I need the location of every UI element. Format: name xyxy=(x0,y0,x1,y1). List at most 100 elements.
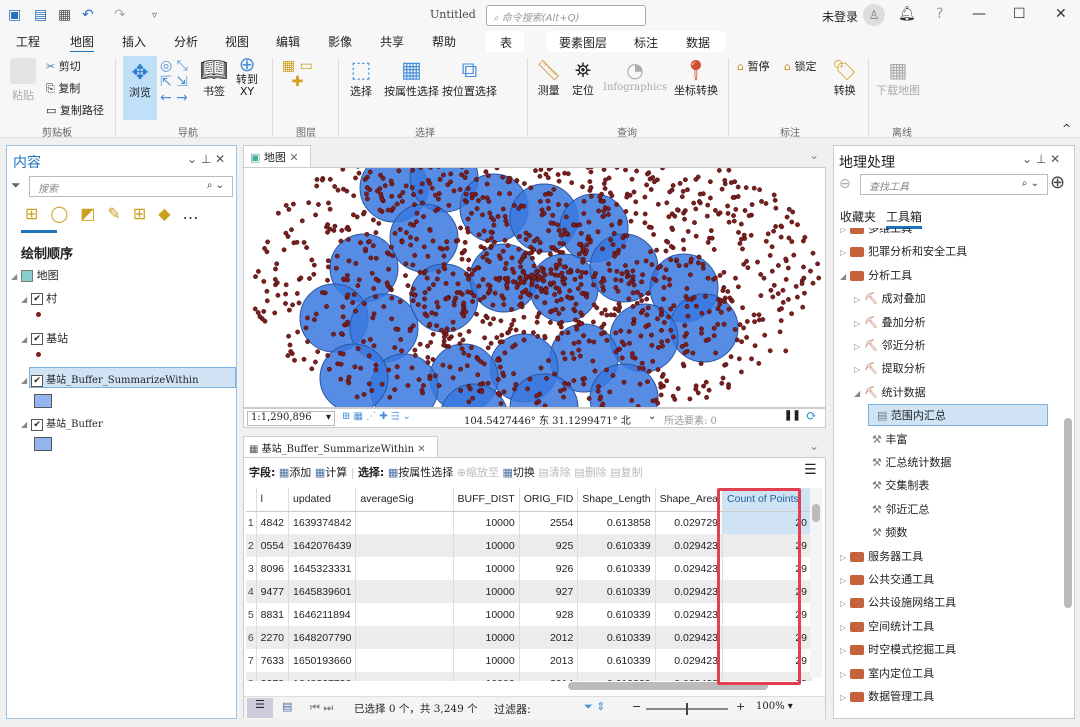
layer-buffer[interactable]: ◢ ✔ 基站_Buffer xyxy=(21,415,103,431)
expand-icon[interactable]: ▷ xyxy=(840,693,846,702)
goto-xy-button[interactable]: ⊕ 转到 XY xyxy=(236,54,258,98)
scale-dropdown[interactable]: 1:1,290,896 ▾ xyxy=(247,411,335,426)
expand-icon[interactable]: ▷ xyxy=(854,365,860,374)
table-cell[interactable]: 926 xyxy=(519,557,579,580)
collapse-ribbon-icon[interactable]: ^ xyxy=(1062,122,1071,135)
table-cell[interactable]: 2270 xyxy=(256,672,290,681)
tool-item[interactable]: ◢ 分析工具 xyxy=(840,267,912,283)
download-map-button[interactable]: ▦ 下载地图 xyxy=(876,58,920,98)
vertical-scrollbar[interactable] xyxy=(1062,228,1074,718)
collapse-icon[interactable]: ◢ xyxy=(840,272,846,281)
find-tools-input[interactable]: 查找工具 ⌕ ⌄ xyxy=(860,174,1048,195)
locate-button[interactable]: ⛯ 定位 xyxy=(572,58,594,98)
table-cell[interactable] xyxy=(355,649,454,672)
table-cell[interactable]: 10000 xyxy=(453,580,520,603)
convert-labels-button[interactable]: 🏷︎ 转换 xyxy=(832,58,857,98)
tool-item[interactable]: ▷ ⛏ 成对叠加 xyxy=(854,290,926,306)
table-cell[interactable]: 0.610339 xyxy=(577,557,656,580)
table-cell[interactable]: 10000 xyxy=(453,649,520,672)
tab-labeling[interactable]: 标注 xyxy=(634,34,658,51)
table-cell[interactable]: 1639374842 xyxy=(288,511,357,534)
convert-coordinates-button[interactable]: 📍︎ 坐标转换 xyxy=(674,58,718,98)
column-header[interactable]: BUFF_DIST xyxy=(453,488,520,512)
table-cell[interactable]: 0.029423 xyxy=(655,580,724,603)
table-cell[interactable] xyxy=(355,580,454,603)
table-cell[interactable]: 2554 xyxy=(519,511,579,534)
tool-item[interactable]: ▤ 范围内汇总 xyxy=(868,404,1048,427)
table-cell[interactable]: 2013 xyxy=(519,649,579,672)
tool-item[interactable]: ▷ 室内定位工具 xyxy=(840,665,934,681)
avatar[interactable]: ♙ xyxy=(863,4,885,26)
table-cell[interactable] xyxy=(355,511,454,534)
tool-item[interactable]: ▷ 公共设施网络工具 xyxy=(840,594,956,610)
table-cell[interactable]: 8831 xyxy=(256,603,290,626)
table-cell[interactable]: 10000 xyxy=(453,557,520,580)
clear-selection-button[interactable]: ▤清除 xyxy=(538,466,570,479)
expand-icon[interactable]: ▷ xyxy=(854,295,860,304)
expand-icon[interactable]: ▷ xyxy=(854,342,860,351)
zoom-to-button[interactable]: ⊕缩放至 xyxy=(457,466,499,479)
tab-map[interactable]: 地图 xyxy=(70,33,95,54)
table-cell[interactable]: 927 xyxy=(519,580,579,603)
row-number[interactable]: 3 xyxy=(246,557,257,580)
table-menu-icon[interactable]: ☰ xyxy=(804,462,817,478)
table-cell[interactable]: 10000 xyxy=(453,672,520,681)
table-cell[interactable]: 2012 xyxy=(519,626,579,649)
tool-item[interactable]: ▷ 数据管理工具 xyxy=(840,688,934,704)
column-header[interactable]: updated xyxy=(288,488,357,512)
table-cell[interactable]: 0.029423 xyxy=(655,534,724,557)
table-cell[interactable]: 0.029423 xyxy=(655,626,724,649)
table-cell[interactable]: 0554 xyxy=(256,534,290,557)
row-number[interactable]: 4 xyxy=(246,580,257,603)
tool-item[interactable]: ⚒ 邻近汇总 xyxy=(868,501,929,517)
table-cell[interactable] xyxy=(355,672,454,681)
pause-labels-button[interactable]: ⌂ 暂停 xyxy=(737,58,769,74)
tool-item[interactable]: ▷ ⛏ 邻近分析 xyxy=(854,337,926,353)
table-cell[interactable]: 0.029423 xyxy=(655,672,724,681)
expand-icon[interactable]: ▷ xyxy=(840,670,846,679)
table-cell[interactable]: 1645323331 xyxy=(288,557,357,580)
table-cell[interactable]: 8096 xyxy=(256,557,290,580)
tool-item[interactable]: ▷ ⛏ 叠加分析 xyxy=(854,314,926,330)
layer-base-station[interactable]: ◢ ✔ 基站 xyxy=(21,330,68,346)
tool-item[interactable]: ▷ 多维工具 xyxy=(840,228,912,236)
tool-item[interactable]: ⚒ 丰富 xyxy=(868,431,907,447)
map-canvas[interactable] xyxy=(243,167,826,408)
table-cell[interactable]: 7633 xyxy=(256,649,290,672)
tool-item[interactable]: ▷ 空间统计工具 xyxy=(840,618,934,634)
vertical-scrollbar[interactable] xyxy=(810,488,822,678)
table-cell[interactable]: 1648207790 xyxy=(288,672,357,681)
row-number[interactable]: 6 xyxy=(246,626,257,649)
expand-icon[interactable]: ▷ xyxy=(854,319,860,328)
coord-format-dropdown[interactable]: ⌄ xyxy=(648,411,656,422)
table-cell[interactable]: 10000 xyxy=(453,603,520,626)
select-by-attributes-button[interactable]: ▦按属性选择 xyxy=(388,466,453,479)
table-cell[interactable]: 2014 xyxy=(519,672,579,681)
tool-item[interactable]: ◢ ⛏ 统计数据 xyxy=(854,384,926,400)
tool-item[interactable]: ▷ ⛏ 提取分析 xyxy=(854,360,926,376)
tab-share[interactable]: 共享 xyxy=(380,33,404,50)
lock-labels-button[interactable]: ⌂ 锁定 xyxy=(784,58,816,74)
column-header[interactable]: averageSig xyxy=(355,488,454,512)
layer-visibility-checkbox[interactable]: ✔ xyxy=(31,293,44,305)
layer-visibility-checkbox[interactable]: ✔ xyxy=(31,374,44,387)
tab-view[interactable]: 视图 xyxy=(225,33,249,50)
layer-visibility-checkbox[interactable]: ✔ xyxy=(31,418,44,431)
table-cell[interactable]: 0.029423 xyxy=(655,557,724,580)
copy-path-button[interactable]: ▭ 复制路径 xyxy=(46,102,104,118)
copy-button[interactable]: ▤复制 xyxy=(610,466,642,479)
table-cell[interactable]: 0.029423 xyxy=(655,649,724,672)
table-cell[interactable]: 0.610339 xyxy=(577,603,656,626)
tab-feature-layer[interactable]: 要素图层 xyxy=(559,34,607,51)
table-cell[interactable]: 0.029423 xyxy=(655,603,724,626)
zoom-slider[interactable] xyxy=(646,703,728,715)
save-icon[interactable]: ▦ xyxy=(58,7,71,23)
map-status-tools[interactable]: ⊞ ▦ ⋰ ✚ ⇶ ⌄ xyxy=(342,411,411,422)
tab-edit[interactable]: 编辑 xyxy=(276,33,300,50)
table-cell[interactable]: 928 xyxy=(519,603,579,626)
tab-table[interactable]: 表 xyxy=(500,34,512,51)
table-cell[interactable]: 1642076439 xyxy=(288,534,357,557)
table-cell[interactable]: 0.610339 xyxy=(577,534,656,557)
table-cell[interactable]: 4842 xyxy=(256,511,290,534)
tool-item[interactable]: ▷ 服务器工具 xyxy=(840,548,923,564)
